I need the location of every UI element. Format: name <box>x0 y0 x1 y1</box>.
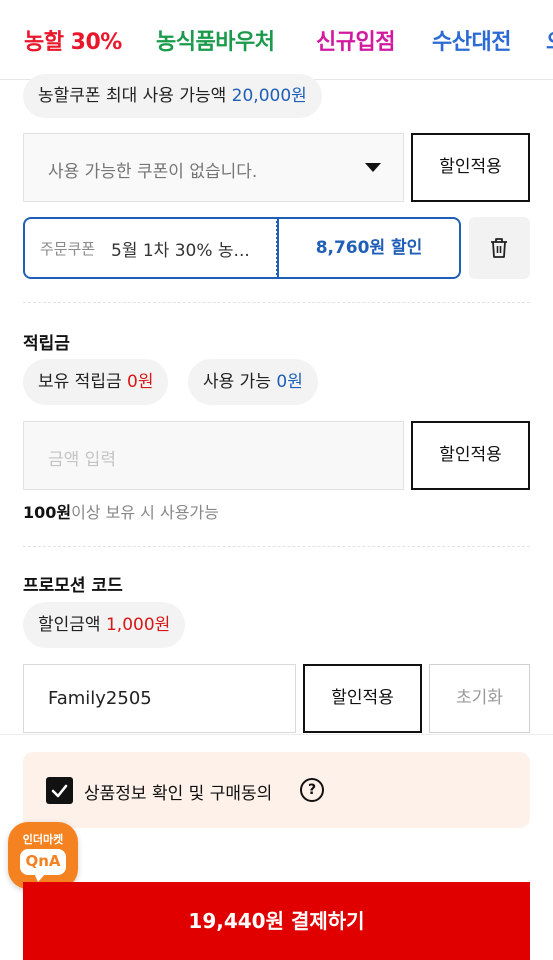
qna-floating-button[interactable]: 인더마켓 QnA <box>8 822 78 889</box>
points-title: 적립금 <box>23 334 70 354</box>
coupon-tag: 주문쿠폰 <box>40 240 96 258</box>
agree-checkbox[interactable] <box>46 777 73 804</box>
divider <box>23 302 530 303</box>
agree-label[interactable]: 상품정보 확인 및 구매동의 <box>84 779 272 804</box>
tab-new-store[interactable]: 신규입점 <box>316 24 395 56</box>
promo-apply-label: 할인적용 <box>331 688 394 708</box>
promo-reset-label: 초기화 <box>456 688 503 708</box>
promo-discount-label: 할인금액 <box>38 615 101 635</box>
pay-button-label: 19,440원 결제하기 <box>188 909 365 933</box>
points-usable-badge: 사용 가능 0원 <box>188 359 318 405</box>
trash-icon <box>491 238 507 258</box>
tab-voucher[interactable]: 농식품바우처 <box>156 24 275 56</box>
qna-label: QnA <box>25 852 61 870</box>
pay-button[interactable]: 19,440원 결제하기 <box>23 882 530 960</box>
promo-apply-button[interactable]: 할인적용 <box>303 664 422 733</box>
applied-coupon[interactable]: 주문쿠폰 5월 1차 30% 농... <box>23 217 278 279</box>
promo-discount-value: 1,000원 <box>105 615 171 635</box>
points-note: 100원이상 보유 시 사용가능 <box>23 499 219 523</box>
coupon-select[interactable]: 사용 가능한 쿠폰이 없습니다. <box>23 133 404 202</box>
points-apply-button[interactable]: 할인적용 <box>411 421 530 490</box>
points-usable-value: 0원 <box>276 372 303 392</box>
promo-reset-button[interactable]: 초기화 <box>429 664 530 733</box>
points-owned-value: 0원 <box>127 372 154 392</box>
help-icon[interactable]: ? <box>300 778 324 802</box>
coupon-max-badge: 농할쿠폰 최대 사용 가능액 20,000원 <box>23 74 322 118</box>
qna-brand-label: 인더마켓 <box>22 833 64 846</box>
divider <box>23 546 530 547</box>
points-apply-label: 할인적용 <box>439 445 502 465</box>
help-symbol: ? <box>307 782 317 798</box>
tab-seafood[interactable]: 수산대전 <box>432 24 511 56</box>
coupon-max-amount: 20,000원 <box>231 86 307 106</box>
category-nav: 농할 30% 농식품바우처 신규입점 수산대전 오 <box>0 0 553 80</box>
points-usable-label: 사용 가능 <box>203 372 271 392</box>
qna-speech-bubble-icon: QnA <box>20 849 66 875</box>
promo-title: 프로모션 코드 <box>23 576 123 596</box>
promo-discount-badge: 할인금액 1,000원 <box>23 602 186 648</box>
check-icon <box>51 784 68 798</box>
tab-more[interactable]: 오 <box>546 24 553 56</box>
agreement-box: 상품정보 확인 및 구매동의 ? <box>23 752 530 828</box>
coupon-discount-text: 8,760원 할인 <box>315 238 423 258</box>
points-note-text: 이상 보유 시 사용가능 <box>71 503 219 522</box>
coupon-max-label: 농할쿠폰 최대 사용 가능액 <box>38 86 227 106</box>
tab-nonghal[interactable]: 농할 30% <box>24 24 122 56</box>
coupon-select-placeholder: 사용 가능한 쿠폰이 없습니다. <box>48 162 258 182</box>
promo-code-input[interactable]: Family2505 <box>23 664 296 733</box>
coupon-apply-label: 할인적용 <box>439 157 502 177</box>
coupon-discount-amount: 8,760원 할인 <box>277 217 461 279</box>
coupon-name: 5월 1차 30% 농... <box>111 241 250 261</box>
points-owned-label: 보유 적립금 <box>38 372 122 392</box>
promo-code-value: Family2505 <box>48 688 152 709</box>
points-owned-badge: 보유 적립금 0원 <box>23 359 169 405</box>
points-amount-input[interactable]: 금액 입력 <box>23 421 404 490</box>
coupon-apply-button[interactable]: 할인적용 <box>411 133 530 202</box>
chevron-down-icon <box>365 163 381 172</box>
points-note-min: 100원 <box>23 503 72 522</box>
coupon-delete-button[interactable] <box>469 217 530 279</box>
points-input-placeholder: 금액 입력 <box>48 450 116 470</box>
